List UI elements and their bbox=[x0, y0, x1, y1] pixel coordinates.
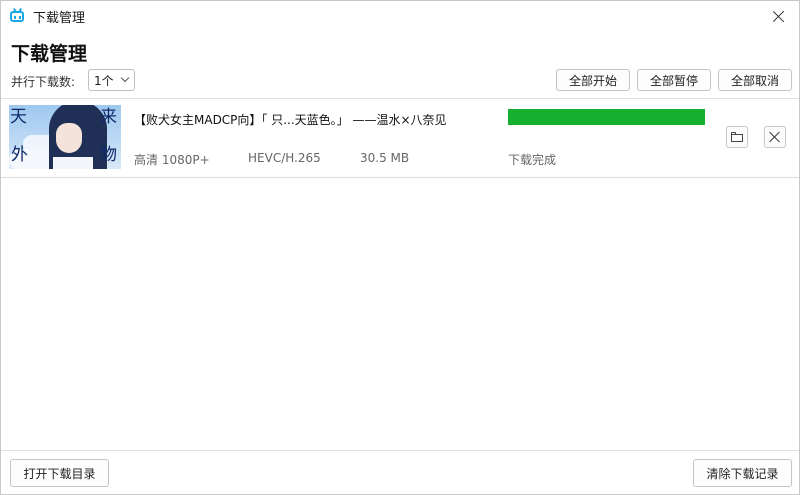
close-window-button[interactable] bbox=[767, 4, 791, 28]
bilibili-tv-icon bbox=[9, 7, 27, 25]
thumbnail-text: 天 bbox=[10, 107, 27, 127]
concurrency-value: 1个 bbox=[94, 73, 114, 88]
task-quality: 高清 1080P+ bbox=[134, 153, 210, 167]
progress-bar bbox=[508, 109, 705, 125]
download-manager-window: 下载管理 下载管理 并行下载数: 1个 全部开始 全部暂停 全部取消 天 外 来… bbox=[0, 0, 800, 495]
download-task-row: 天 外 来 物 【败犬女主MADCP向】「 只...天蓝色。」 ——温水×八奈见… bbox=[1, 99, 799, 178]
page-title: 下载管理 bbox=[11, 43, 88, 65]
window-title: 下载管理 bbox=[33, 10, 86, 26]
open-download-dir-button[interactable]: 打开下载目录 bbox=[10, 459, 109, 487]
pause-all-button[interactable]: 全部暂停 bbox=[637, 69, 711, 91]
folder-icon bbox=[731, 132, 743, 142]
task-codec: HEVC/H.265 bbox=[248, 151, 321, 165]
thumbnail-text: 来 bbox=[100, 107, 117, 127]
close-icon bbox=[769, 131, 781, 143]
title-bar: 下载管理 bbox=[1, 1, 799, 31]
thumbnail-text: 物 bbox=[100, 145, 117, 165]
start-all-button[interactable]: 全部开始 bbox=[556, 69, 630, 91]
close-icon bbox=[773, 10, 785, 22]
chevron-down-icon bbox=[120, 73, 130, 83]
concurrency-select[interactable]: 1个 bbox=[88, 69, 135, 91]
clear-records-button[interactable]: 清除下载记录 bbox=[693, 459, 792, 487]
cancel-all-button[interactable]: 全部取消 bbox=[718, 69, 792, 91]
concurrency-label: 并行下载数: bbox=[11, 75, 76, 89]
task-size: 30.5 MB bbox=[360, 151, 410, 165]
delete-task-button[interactable] bbox=[764, 126, 786, 148]
task-title: 【败犬女主MADCP向】「 只...天蓝色。」 ——温水×八奈见 bbox=[134, 113, 447, 127]
video-thumbnail[interactable]: 天 外 来 物 bbox=[9, 105, 121, 169]
progress-fill bbox=[508, 109, 705, 125]
divider bbox=[1, 450, 799, 451]
thumbnail-text: 外 bbox=[11, 145, 28, 165]
task-status: 下载完成 bbox=[508, 153, 557, 167]
open-folder-button[interactable] bbox=[726, 126, 748, 148]
